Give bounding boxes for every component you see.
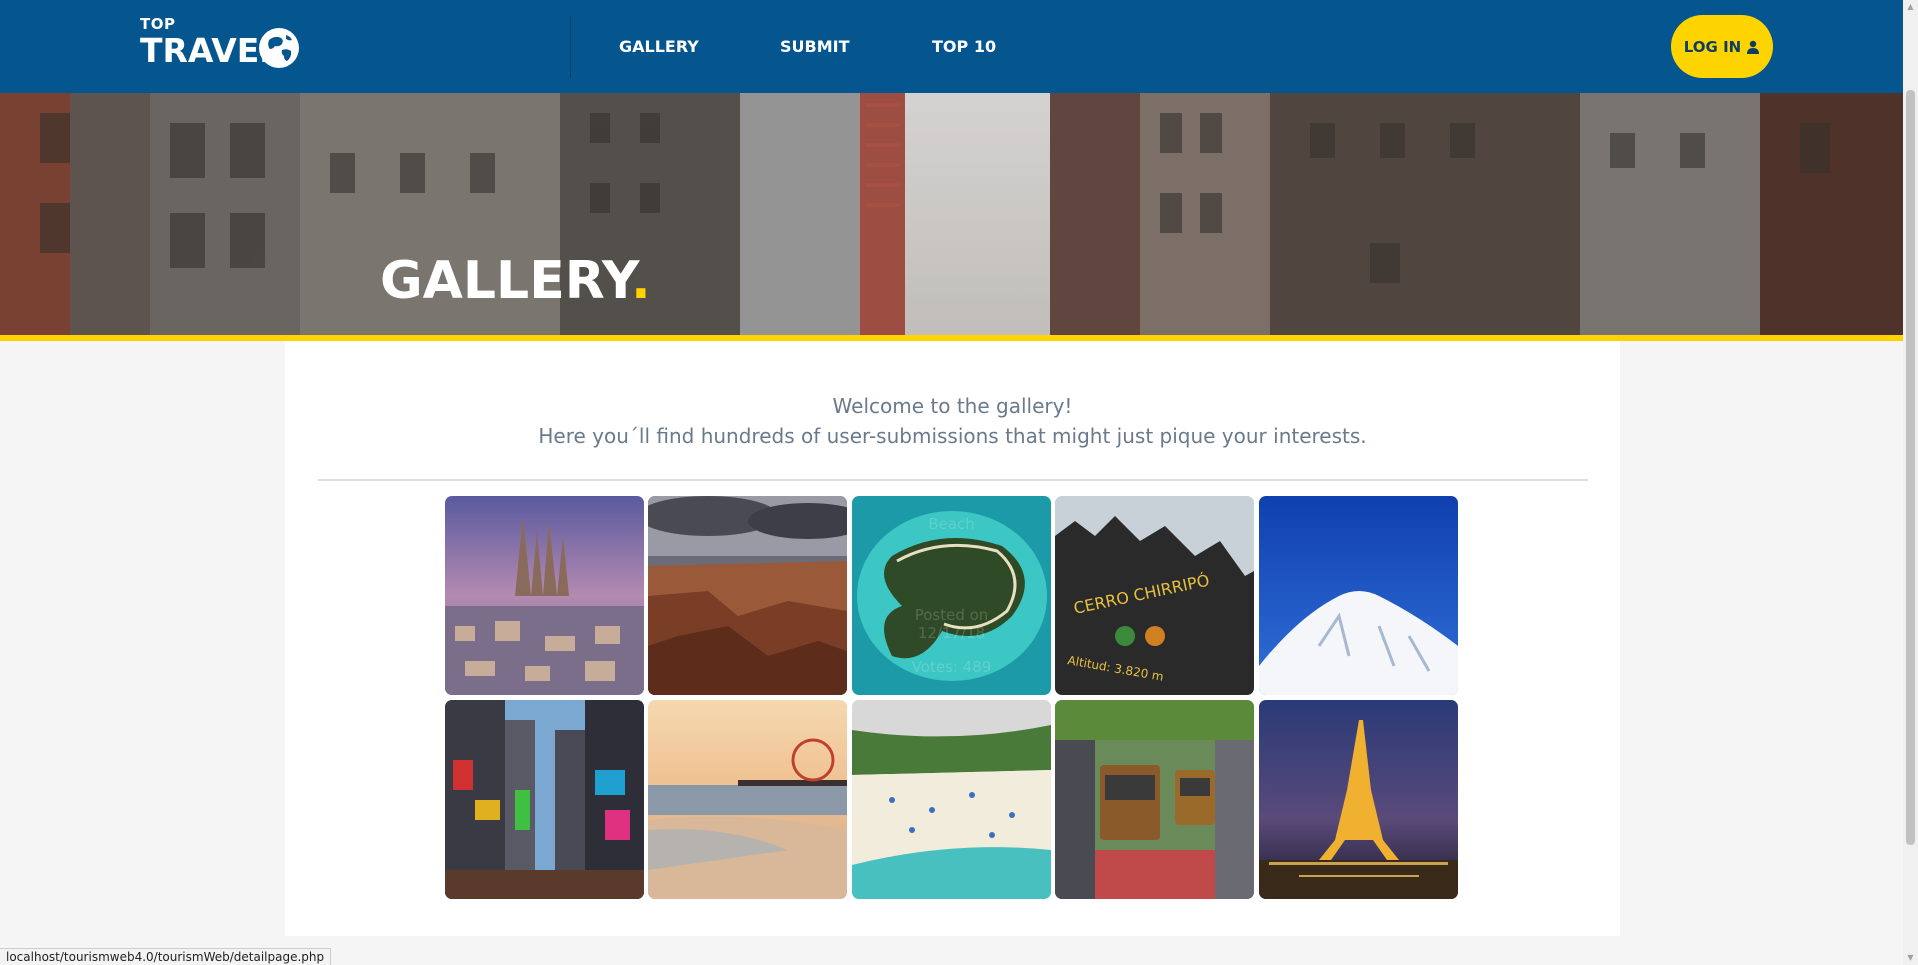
eiffel-tower-photo [1259,700,1458,899]
gallery-tile[interactable] [648,700,847,899]
login-button[interactable]: LOG IN [1671,15,1773,78]
title-accent-dot: . [630,251,651,311]
user-icon [1747,40,1760,54]
vertical-scrollbar[interactable]: ▲ ▼ [1903,0,1918,965]
scroll-up-arrow-icon[interactable]: ▲ [1906,2,1915,11]
gallery-tile[interactable] [1259,700,1458,899]
cerro-chirripo-sign-photo: CERRO CHIRRIPÓ Altitud: 3.820 m [1055,496,1254,695]
hero-banner: GALLERY. [0,93,1903,336]
nav-submit[interactable]: SUBMIT [780,0,850,93]
globe-icon [259,28,299,68]
top-travel-logo[interactable]: TOP TRAVEL [140,14,305,74]
gallery-tile[interactable] [852,700,1051,899]
cable-car-photo [1055,700,1254,899]
barcelona-photo [445,496,644,695]
intro-line-2: Here you´ll find hundreds of user-submis… [538,424,1367,448]
scrollbar-thumb[interactable] [1906,90,1915,845]
section-divider [318,479,1588,481]
gallery-tile[interactable]: Beach Posted on 12/17/18 Votes: 489 [852,496,1051,695]
gallery-tile[interactable] [648,496,847,695]
photo-posted-date: Posted on 12/17/18 [914,606,989,642]
gallery-tile[interactable] [1259,496,1458,695]
intro-line-1: Welcome to the gallery! [832,394,1073,418]
photo-hover-details: Beach Posted on 12/17/18 Votes: 489 [852,496,1051,695]
miami-beach-photo [852,700,1051,899]
times-square-photo [445,700,644,899]
site-header: TOP TRAVEL GALLERY SUBMIT TOP 10 LOG IN [0,0,1903,93]
photo-votes: Votes: 489 [911,658,992,676]
header-divider [570,16,571,78]
nav-top-10[interactable]: TOP 10 [932,0,996,93]
santa-monica-pier-photo [648,700,847,899]
gallery-tile[interactable] [1055,700,1254,899]
browser-status-url: localhost/tourismweb4.0/tourismWeb/detai… [0,948,332,965]
city-street-photo [0,93,1903,336]
snowy-volcano-photo [1259,496,1458,695]
gallery-intro: Welcome to the gallery! Here you´ll find… [285,391,1620,451]
gallery-tile[interactable]: CERRO CHIRRIPÓ Altitud: 3.820 m [1055,496,1254,695]
nav-gallery[interactable]: GALLERY [619,0,699,93]
photo-title: Beach [928,515,975,533]
gallery-tile[interactable] [445,496,644,695]
login-label: LOG IN [1683,37,1742,56]
grand-canyon-photo [648,496,847,695]
gallery-tile[interactable] [445,700,644,899]
scroll-down-arrow-icon[interactable]: ▼ [1906,953,1915,962]
page-title: GALLERY. [380,251,651,311]
